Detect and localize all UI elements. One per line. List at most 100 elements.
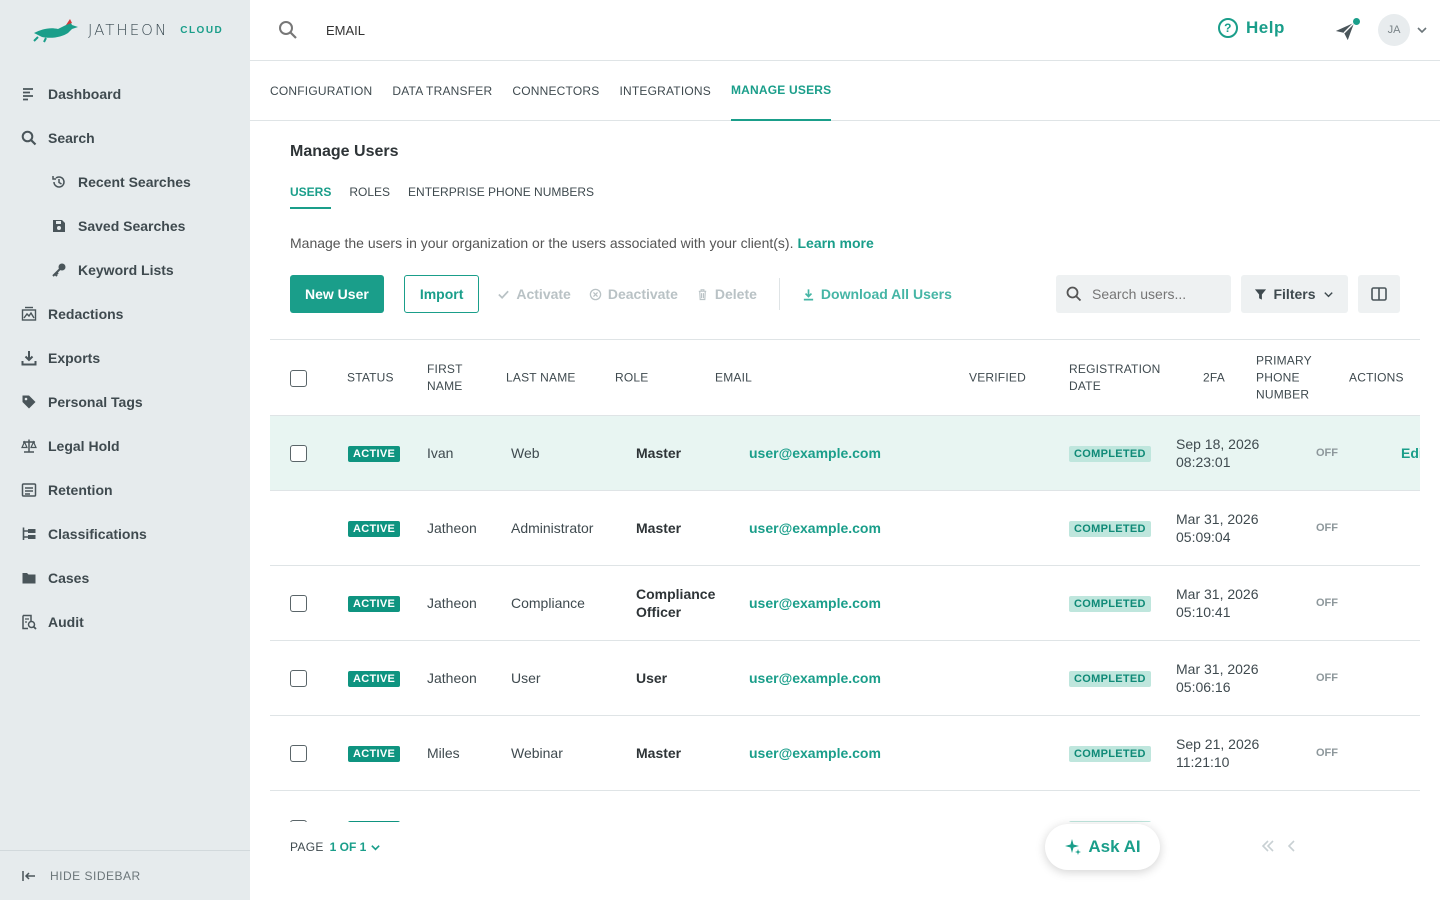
- deactivate-button[interactable]: Deactivate: [589, 286, 678, 302]
- sidebar-item-keyword-lists[interactable]: Keyword Lists: [0, 248, 250, 292]
- chevron-down-icon: [371, 844, 381, 851]
- table-footer: PAGE 1 OF 1: [250, 822, 1440, 872]
- search-users-input[interactable]: [1092, 286, 1222, 302]
- sidebar-item-audit[interactable]: Audit: [0, 600, 250, 644]
- registration-date-cell: Sep 18, 2026 08:23:01: [1176, 435, 1259, 471]
- subtab-enterprise-phone-numbers[interactable]: ENTERPRISE PHONE NUMBERS: [408, 185, 594, 209]
- email-link[interactable]: user@example.com: [749, 519, 881, 537]
- edit-user-link[interactable]: Edit: [1401, 444, 1420, 462]
- registration-date-cell: Mar 31, 2026 05:09:04: [1176, 510, 1259, 546]
- sidebar-item-label: Saved Searches: [78, 218, 186, 234]
- sidebar-item-exports[interactable]: Exports: [0, 336, 250, 380]
- first-name-cell: Jatheon: [427, 520, 477, 536]
- verified-badge: COMPLETED: [1069, 746, 1151, 762]
- subtab-users[interactable]: USERS: [290, 185, 332, 209]
- col-verified[interactable]: VERIFIED: [969, 369, 1026, 386]
- redactions-icon: [20, 305, 38, 323]
- status-badge: ACTIVE: [348, 521, 401, 537]
- learn-more-link[interactable]: Learn more: [797, 235, 873, 251]
- sidebar-item-saved-searches[interactable]: Saved Searches: [0, 204, 250, 248]
- prev-page-icon[interactable]: [1284, 838, 1300, 854]
- sidebar-item-label: Dashboard: [48, 86, 122, 102]
- col-last-name[interactable]: LAST NAME: [506, 369, 576, 386]
- tab-data-transfer[interactable]: DATA TRANSFER: [392, 61, 492, 121]
- registration-time: 05:09:04: [1176, 529, 1231, 545]
- row-checkbox[interactable]: [290, 745, 307, 762]
- col-registration-date[interactable]: REGISTRATION DATE: [1069, 361, 1161, 395]
- import-button[interactable]: Import: [403, 275, 480, 313]
- table-row[interactable]: ACTIVE Jatheon User User user@example.com COM…: [270, 641, 1420, 716]
- subtab-roles[interactable]: ROLES: [349, 185, 390, 209]
- sidebar-item-label: Exports: [48, 350, 101, 366]
- verified-badge: COMPLETED: [1069, 671, 1151, 687]
- save-icon: [50, 217, 68, 235]
- col-2fa[interactable]: 2FA: [1203, 369, 1225, 386]
- row-checkbox[interactable]: [290, 670, 307, 687]
- sidebar-item-label: Legal Hold: [48, 438, 120, 454]
- registration-date: Sep 21, 2026: [1176, 736, 1260, 752]
- sidebar-item-label: Recent Searches: [78, 174, 191, 190]
- activate-button[interactable]: Activate: [497, 286, 571, 302]
- row-checkbox[interactable]: [290, 445, 307, 462]
- sidebar-item-retention[interactable]: Retention: [0, 468, 250, 512]
- status-badge: ACTIVE: [348, 671, 401, 687]
- email-link[interactable]: user@example.com: [749, 444, 881, 462]
- chevron-down-icon[interactable]: [1416, 24, 1428, 36]
- brand-logo[interactable]: JATHEON CLOUD: [0, 0, 250, 60]
- global-search-input[interactable]: [326, 22, 926, 38]
- registration-date-cell: Sep 21, 2026 11:21:10: [1176, 735, 1259, 771]
- col-email[interactable]: EMAIL: [715, 369, 752, 386]
- col-role[interactable]: ROLE: [615, 369, 648, 386]
- tab-connectors[interactable]: CONNECTORS: [512, 61, 599, 121]
- page-selector[interactable]: 1 OF 1: [330, 840, 382, 854]
- first-name-cell: Miles: [427, 745, 460, 761]
- email-link[interactable]: user@example.com: [749, 744, 881, 762]
- first-page-icon[interactable]: [1260, 838, 1276, 854]
- sidebar-item-cases[interactable]: Cases: [0, 556, 250, 600]
- new-user-button[interactable]: New User: [290, 275, 384, 313]
- col-primary-phone[interactable]: PRIMARY PHONE NUMBER: [1256, 352, 1312, 403]
- tab-configuration[interactable]: CONFIGURATION: [270, 61, 372, 121]
- table-row[interactable]: ACTIVE Ivan Web Master user@example.com COMPL…: [270, 416, 1420, 491]
- sidebar-item-personal-tags[interactable]: Personal Tags: [0, 380, 250, 424]
- sidebar-item-label: Personal Tags: [48, 394, 143, 410]
- sidebar-item-search[interactable]: Search: [0, 116, 250, 160]
- delete-button[interactable]: Delete: [696, 286, 757, 302]
- help-icon: ?: [1218, 18, 1238, 38]
- table-row[interactable]: ACTIVE Miles Webinar Master user@example.com…: [270, 716, 1420, 791]
- role-cell: Master: [636, 745, 682, 761]
- filters-label: Filters: [1273, 286, 1316, 302]
- row-checkbox[interactable]: [290, 595, 307, 612]
- table-row[interactable]: ACTIVE Jatheon Administrator Master user@exa…: [270, 491, 1420, 566]
- table-row[interactable]: ACTIVECOMPLETEDMay 29, 2026: [270, 791, 1420, 822]
- 2fa-cell: OFF: [1316, 597, 1338, 609]
- select-all-checkbox[interactable]: [290, 370, 307, 387]
- sidebar-item-dashboard[interactable]: Dashboard: [0, 72, 250, 116]
- tab-integrations[interactable]: INTEGRATIONS: [619, 61, 711, 121]
- notifications-send-icon[interactable]: [1334, 18, 1360, 42]
- hide-sidebar-button[interactable]: HIDE SIDEBAR: [0, 850, 250, 900]
- columns-toggle-button[interactable]: [1358, 275, 1400, 313]
- sidebar-item-recent-searches[interactable]: Recent Searches: [0, 160, 250, 204]
- email-link[interactable]: user@example.com: [749, 669, 881, 687]
- tab-manage-users[interactable]: MANAGE USERS: [730, 61, 832, 121]
- col-first-name[interactable]: FIRST NAME: [427, 361, 463, 395]
- sidebar-item-redactions[interactable]: Redactions: [0, 292, 250, 336]
- avatar[interactable]: JA: [1378, 14, 1410, 46]
- registration-time: 05:10:41: [1176, 604, 1231, 620]
- sidebar-item-label: Redactions: [48, 306, 124, 322]
- col-actions: ACTIONS: [1349, 370, 1404, 384]
- ask-ai-button[interactable]: Ask AI: [1045, 824, 1160, 870]
- sidebar-item-legal-hold[interactable]: Legal Hold: [0, 424, 250, 468]
- users-table: STATUS FIRST NAME LAST NAME ROLE EMAIL V…: [270, 339, 1420, 822]
- table-row[interactable]: ACTIVE Jatheon Compliance Compliance Office…: [270, 566, 1420, 641]
- search-icon[interactable]: [278, 20, 298, 40]
- email-link[interactable]: user@example.com: [749, 594, 881, 612]
- col-status[interactable]: STATUS: [347, 369, 394, 386]
- registration-time: 08:23:01: [1176, 454, 1231, 470]
- filters-button[interactable]: Filters: [1241, 275, 1348, 313]
- download-all-users-button[interactable]: Download All Users: [802, 286, 952, 302]
- sidebar-item-classifications[interactable]: Classifications: [0, 512, 250, 556]
- help-link[interactable]: ? Help: [1218, 18, 1285, 38]
- sidebar-nav: Dashboard Search Recent Searches Saved Sear…: [0, 72, 250, 644]
